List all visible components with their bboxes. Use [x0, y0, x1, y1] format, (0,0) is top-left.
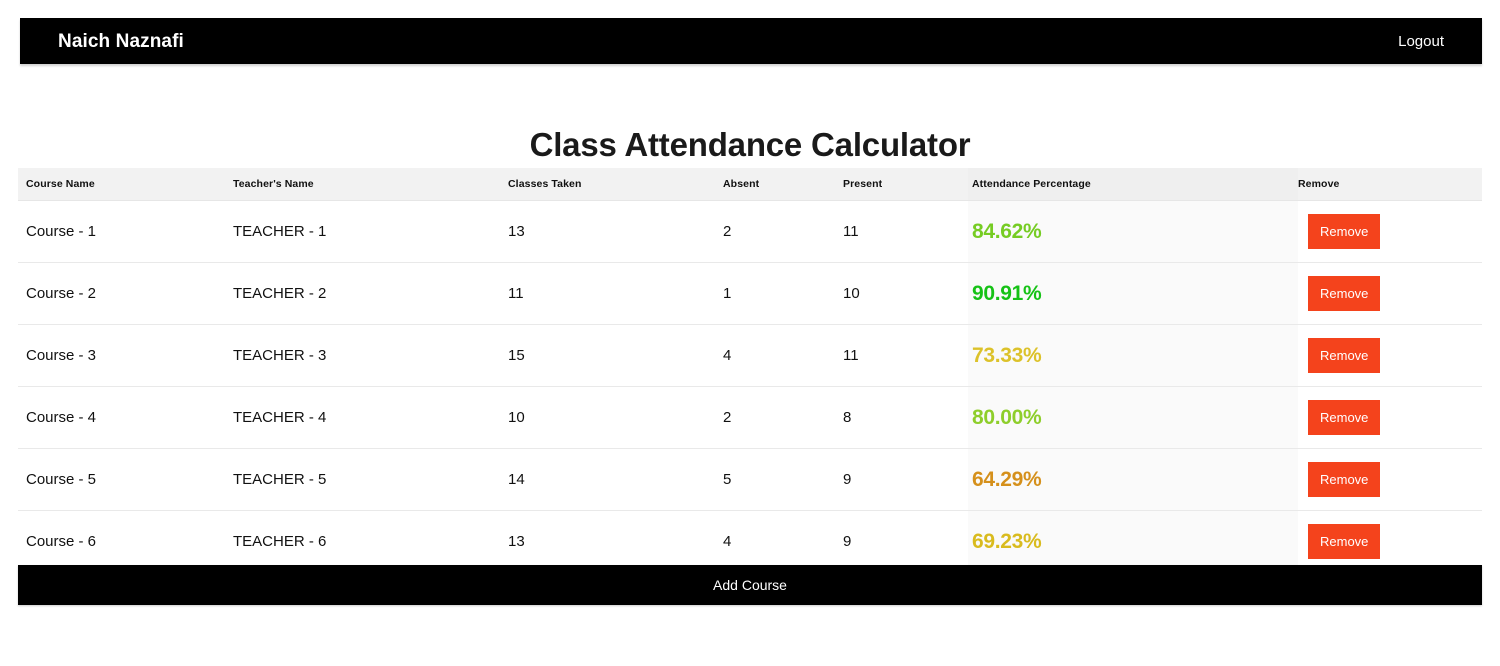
cell-attendance-percentage: 73.33% — [968, 324, 1298, 387]
cell-remove: Remove — [1298, 448, 1482, 511]
cell-absent: 5 — [723, 448, 843, 511]
add-course-button[interactable]: Add Course — [18, 565, 1482, 605]
cell-absent: 4 — [723, 510, 843, 573]
attendance-percentage-value: 90.91% — [972, 281, 1042, 305]
cell-teacher-name: TEACHER - 5 — [233, 448, 508, 511]
cell-remove: Remove — [1298, 262, 1482, 325]
cell-attendance-percentage: 80.00% — [968, 386, 1298, 449]
remove-course-button[interactable]: Remove — [1308, 276, 1381, 311]
cell-course-name: Course - 4 — [18, 386, 233, 449]
cell-classes-taken: 15 — [508, 324, 723, 387]
cell-absent: 1 — [723, 262, 843, 325]
cell-teacher-name: TEACHER - 6 — [233, 510, 508, 573]
cell-classes-taken: 10 — [508, 386, 723, 449]
app-brand: Naich Naznafi — [58, 30, 184, 52]
app-root: Naich Naznafi Logout Class Attendance Ca… — [0, 0, 1500, 666]
cell-course-name: Course - 5 — [18, 448, 233, 511]
column-header-present: Present — [843, 168, 968, 201]
remove-course-button[interactable]: Remove — [1308, 462, 1381, 497]
cell-attendance-percentage: 64.29% — [968, 448, 1298, 511]
cell-remove: Remove — [1298, 386, 1482, 449]
cell-present: 11 — [843, 200, 968, 263]
cell-remove: Remove — [1298, 324, 1482, 387]
attendance-table: Course Name Teacher's Name Classes Taken… — [18, 168, 1482, 573]
cell-attendance-percentage: 90.91% — [968, 262, 1298, 325]
cell-absent: 4 — [723, 324, 843, 387]
column-header-absent: Absent — [723, 168, 843, 201]
cell-remove: Remove — [1298, 510, 1482, 573]
table-body: Course - 1 TEACHER - 1 13 2 11 84.62% Remove Co… — [18, 200, 1482, 573]
table-row: Course - 2 TEACHER - 2 11 1 10 90.91% Remove — [18, 262, 1482, 325]
cell-teacher-name: TEACHER - 4 — [233, 386, 508, 449]
cell-attendance-percentage: 84.62% — [968, 200, 1298, 263]
cell-classes-taken: 13 — [508, 510, 723, 573]
cell-attendance-percentage: 69.23% — [968, 510, 1298, 573]
cell-classes-taken: 13 — [508, 200, 723, 263]
column-header-teacher-name: Teacher's Name — [233, 168, 508, 201]
remove-course-button[interactable]: Remove — [1308, 400, 1381, 435]
attendance-percentage-value: 84.62% — [972, 219, 1042, 243]
cell-present: 10 — [843, 262, 968, 325]
column-header-classes-taken: Classes Taken — [508, 168, 723, 201]
table-header: Course Name Teacher's Name Classes Taken… — [18, 168, 1482, 201]
attendance-percentage-value: 73.33% — [972, 343, 1042, 367]
remove-course-button[interactable]: Remove — [1308, 524, 1381, 559]
page-title: Class Attendance Calculator — [529, 126, 971, 164]
table-row: Course - 6 TEACHER - 6 13 4 9 69.23% Remove — [18, 510, 1482, 573]
cell-absent: 2 — [723, 200, 843, 263]
cell-course-name: Course - 1 — [18, 200, 233, 263]
attendance-percentage-value: 80.00% — [972, 405, 1042, 429]
cell-remove: Remove — [1298, 200, 1482, 263]
column-header-course-name: Course Name — [18, 168, 233, 201]
cell-course-name: Course - 2 — [18, 262, 233, 325]
cell-teacher-name: TEACHER - 1 — [233, 200, 508, 263]
table-header-row: Course Name Teacher's Name Classes Taken… — [18, 168, 1482, 201]
cell-present: 9 — [843, 510, 968, 573]
table-row: Course - 4 TEACHER - 4 10 2 8 80.00% Remove — [18, 386, 1482, 449]
remove-course-button[interactable]: Remove — [1308, 214, 1381, 249]
cell-classes-taken: 11 — [508, 262, 723, 325]
cell-present: 11 — [843, 324, 968, 387]
attendance-table-container: Course Name Teacher's Name Classes Taken… — [18, 168, 1482, 573]
column-header-attendance-percentage: Attendance Percentage — [968, 168, 1298, 201]
remove-course-button[interactable]: Remove — [1308, 338, 1381, 373]
attendance-percentage-value: 64.29% — [972, 467, 1042, 491]
cell-classes-taken: 14 — [508, 448, 723, 511]
cell-present: 8 — [843, 386, 968, 449]
cell-teacher-name: TEACHER - 2 — [233, 262, 508, 325]
logout-link[interactable]: Logout — [1398, 34, 1444, 49]
cell-course-name: Course - 6 — [18, 510, 233, 573]
column-header-remove: Remove — [1298, 168, 1482, 201]
cell-course-name: Course - 3 — [18, 324, 233, 387]
table-row: Course - 3 TEACHER - 3 15 4 11 73.33% Remove — [18, 324, 1482, 387]
cell-present: 9 — [843, 448, 968, 511]
table-row: Course - 5 TEACHER - 5 14 5 9 64.29% Remove — [18, 448, 1482, 511]
attendance-percentage-value: 69.23% — [972, 529, 1042, 553]
cell-teacher-name: TEACHER - 3 — [233, 324, 508, 387]
top-navbar: Naich Naznafi Logout — [20, 18, 1482, 64]
cell-absent: 2 — [723, 386, 843, 449]
table-row: Course - 1 TEACHER - 1 13 2 11 84.62% Remove — [18, 200, 1482, 263]
